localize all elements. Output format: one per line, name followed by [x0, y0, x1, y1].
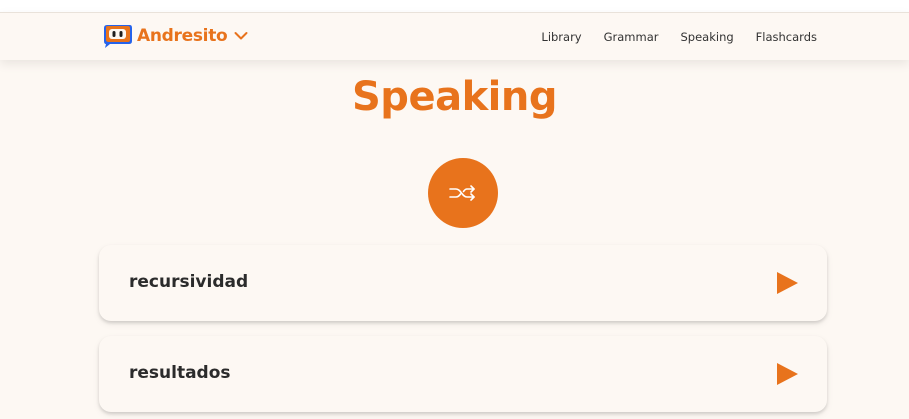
play-icon	[777, 272, 798, 294]
brand-name: Andresito	[137, 26, 228, 46]
nav-link-library[interactable]: Library	[541, 30, 581, 44]
word-card: resultados	[99, 336, 827, 412]
word-text: recursividad	[129, 272, 249, 292]
shuffle-button[interactable]	[428, 158, 498, 228]
shuffle-icon	[449, 185, 475, 201]
brand-menu[interactable]: Andresito	[101, 23, 248, 49]
nav-link-grammar[interactable]: Grammar	[604, 30, 659, 44]
window-top-border	[0, 0, 909, 12]
robot-face-icon	[104, 25, 132, 48]
nav-link-speaking[interactable]: Speaking	[681, 30, 734, 44]
navbar: Andresito Library Grammar Speaking Flash…	[0, 12, 909, 60]
play-button[interactable]	[775, 362, 799, 386]
word-card: recursividad	[99, 245, 827, 321]
nav-links: Library Grammar Speaking Flashcards	[541, 30, 817, 44]
chevron-down-icon	[234, 32, 248, 40]
word-text: resultados	[129, 363, 231, 383]
nav-link-flashcards[interactable]: Flashcards	[756, 30, 817, 44]
page-title: Speaking	[352, 74, 557, 120]
play-icon	[777, 363, 798, 385]
play-button[interactable]	[775, 271, 799, 295]
